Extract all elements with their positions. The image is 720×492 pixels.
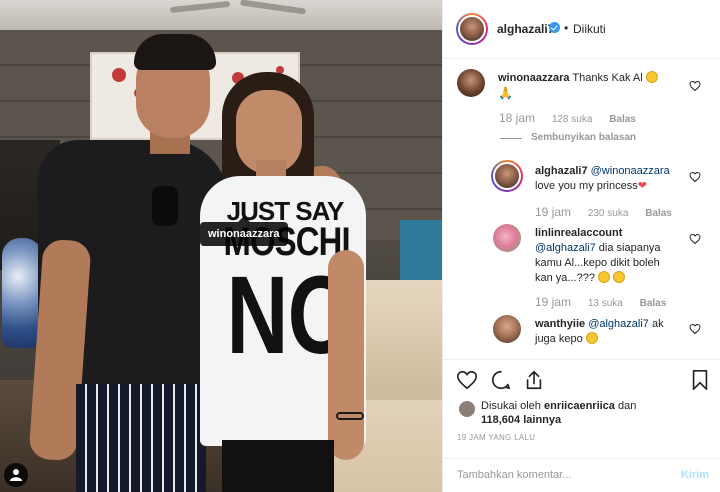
sunglasses — [152, 186, 178, 226]
hide-replies-button[interactable]: Sembunyikan balasan — [531, 132, 636, 143]
comment-meta: 19 jam 13 suka Balas — [535, 295, 680, 309]
replies-divider — [500, 138, 522, 139]
follow-status-button[interactable]: Diikuti — [573, 22, 606, 36]
likes-count[interactable]: 118,604 lainnya — [481, 414, 561, 426]
user-tag-icon — [10, 469, 22, 481]
liker-avatar[interactable] — [459, 401, 475, 417]
red-heart-emoji-icon: ❤ — [637, 180, 647, 192]
verified-badge-icon — [549, 22, 560, 33]
bracelet — [336, 412, 364, 420]
comment-username[interactable]: wanthyiie — [535, 318, 585, 330]
post-sidebar: alghazali7 • Diikuti winonaazzara Thanks… — [442, 0, 720, 492]
reply-button[interactable]: Balas — [640, 298, 667, 309]
comment-username[interactable]: linlinrealaccount — [535, 227, 622, 239]
comment-body: linlinrealaccount @alghazali7 dia siapan… — [535, 226, 675, 286]
add-comment-bar: Kirim — [443, 458, 720, 492]
woman-arm — [328, 250, 364, 460]
striped-pants — [76, 384, 206, 492]
post-timestamp[interactable]: 19 JAM YANG LALU — [457, 433, 535, 442]
comment-avatar[interactable] — [493, 315, 521, 343]
comment-meta: 19 jam 230 suka Balas — [535, 205, 686, 219]
comment-input[interactable] — [457, 469, 657, 481]
woman-black-pants — [222, 440, 334, 492]
like-comment-heart-icon[interactable] — [689, 171, 701, 183]
reply-button[interactable]: Balas — [645, 208, 672, 219]
likes-conj: dan — [617, 400, 637, 412]
grin-emoji-icon — [613, 271, 626, 283]
comment-mention[interactable]: @winonaazzara — [591, 165, 670, 177]
man-hair — [134, 34, 216, 70]
grin-emoji-icon — [598, 271, 610, 283]
comment-text: love you my princess — [535, 180, 638, 192]
user-tag-button[interactable] — [4, 463, 28, 487]
comment-likes[interactable]: 128 suka — [552, 114, 593, 125]
ceiling-fan — [169, 0, 310, 16]
grin-emoji-icon — [585, 332, 598, 344]
comment-avatar[interactable] — [491, 160, 523, 192]
comment-body: winonaazzara Thanks Kak Al 🙏 — [498, 71, 678, 102]
comment-list: winonaazzara Thanks Kak Al 🙏 18 jam 128 … — [443, 59, 720, 359]
comment-likes[interactable]: 230 suka — [588, 208, 629, 219]
comment-body: wanthyiie @alghazali7 ak juga kepo — [535, 317, 675, 347]
like-comment-heart-icon[interactable] — [689, 233, 701, 245]
comment-likes[interactable]: 13 suka — [588, 298, 623, 309]
likes-prefix: Disukai oleh — [481, 400, 541, 412]
smile-emoji-icon — [645, 71, 658, 83]
comment-username[interactable]: winonaazzara — [498, 72, 570, 84]
author-avatar[interactable] — [456, 13, 488, 45]
comment-time[interactable]: 19 jam — [535, 295, 571, 309]
comment-time[interactable]: 18 jam — [499, 111, 535, 125]
heart-icon[interactable] — [456, 369, 478, 391]
comment-mention[interactable]: @alghazali7 — [588, 318, 649, 330]
post-photo[interactable]: JUST SAY MOSCHI NO winonaazzara — [0, 0, 442, 492]
comment-mention[interactable]: @alghazali7 — [535, 242, 596, 254]
post-actions: Disukai oleh enriicaenriica dan 118,604 … — [443, 359, 720, 492]
comment-username[interactable]: alghazali7 — [535, 165, 588, 177]
like-comment-heart-icon[interactable] — [689, 323, 701, 335]
comment-meta: 18 jam 128 suka Balas — [499, 111, 650, 125]
user-tag-label[interactable]: winonaazzara — [200, 216, 288, 246]
like-comment-heart-icon[interactable] — [689, 80, 701, 92]
share-icon[interactable] — [523, 369, 545, 391]
post-header: alghazali7 • Diikuti — [443, 0, 720, 59]
comment-body: alghazali7 @winonaazzara love you my pri… — [535, 164, 685, 194]
post-comment-button[interactable]: Kirim — [681, 469, 709, 481]
comment-time[interactable]: 19 jam — [535, 205, 571, 219]
bookmark-icon[interactable] — [689, 369, 711, 391]
comment-avatar[interactable] — [493, 224, 521, 252]
author-username[interactable]: alghazali7 — [497, 22, 554, 36]
comment-icon[interactable] — [490, 369, 512, 391]
likes-summary: Disukai oleh enriicaenriica dan 118,604 … — [481, 399, 651, 427]
blue-vase — [2, 238, 42, 348]
header-separator: • — [564, 21, 569, 35]
pray-emoji-icon: 🙏 — [498, 86, 513, 100]
comment-text: Thanks Kak Al — [572, 72, 643, 84]
tshirt-line-3: NO — [226, 253, 355, 377]
liker-username[interactable]: enriicaenriica — [544, 400, 615, 412]
reply-button[interactable]: Balas — [609, 114, 636, 125]
comment-avatar[interactable] — [457, 69, 485, 97]
